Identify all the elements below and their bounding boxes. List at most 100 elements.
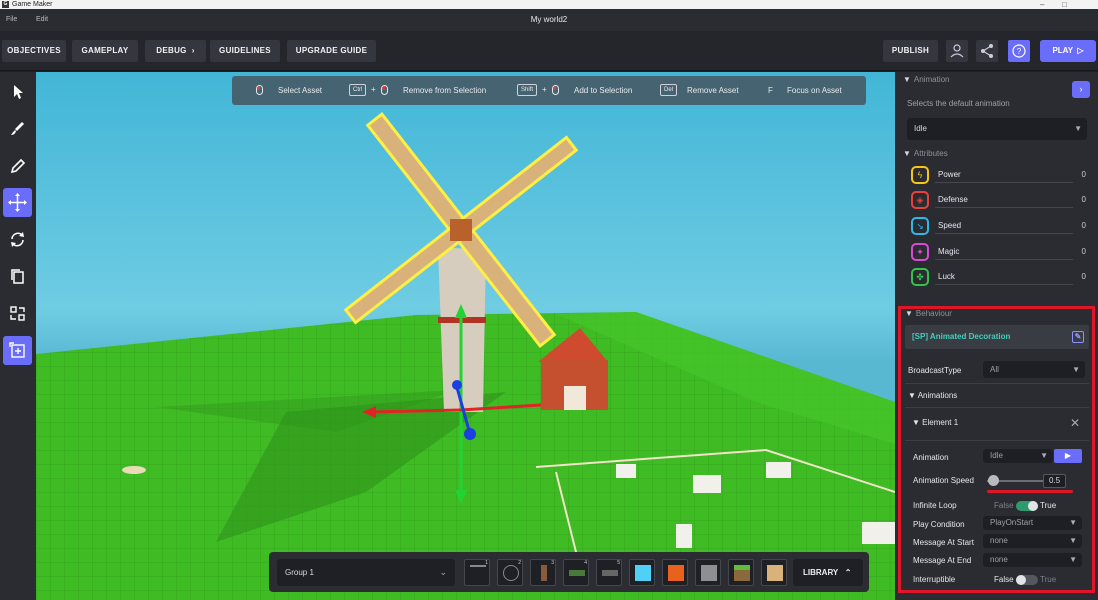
app-logo-icon: G xyxy=(2,1,9,8)
eyedropper-icon[interactable] xyxy=(3,152,32,181)
slot-number: 4 xyxy=(584,560,587,566)
animation-section-title[interactable]: ▼ Animation xyxy=(903,75,950,84)
move-icon[interactable] xyxy=(3,188,32,217)
target-icon xyxy=(503,565,519,581)
gameplay-button[interactable]: GAMEPLAY xyxy=(72,40,138,62)
swap-icon[interactable] xyxy=(3,299,32,328)
document-title: My world2 xyxy=(530,15,568,24)
lava-block-icon xyxy=(668,565,684,581)
play-button[interactable]: PLAY ▷ xyxy=(1040,40,1096,62)
asset-slot-ice[interactable] xyxy=(629,559,655,586)
attribute-value: 0 xyxy=(1081,272,1086,281)
chevron-right-icon: › xyxy=(189,46,195,55)
play-label: PLAY xyxy=(1052,46,1073,55)
attribute-magic: ✦ Magic 0 xyxy=(911,242,1089,262)
del-key: Del xyxy=(660,84,678,96)
asset-slot-wood[interactable] xyxy=(761,559,787,586)
attribute-name: Luck xyxy=(938,272,955,281)
main-toolbar: OBJECTIVES GAMEPLAY DEBUG › GUIDELINES U… xyxy=(0,31,1098,71)
asset-slot-stone[interactable] xyxy=(695,559,721,586)
default-animation-select[interactable]: Idle ▼ xyxy=(907,118,1087,140)
grass-block-icon xyxy=(734,565,750,581)
collapse-triangle-icon: ▼ xyxy=(903,75,911,84)
attribute-value: 0 xyxy=(1081,221,1086,230)
animation-section-label: Animation xyxy=(913,75,950,84)
attributes-section-title[interactable]: ▼ Attributes xyxy=(903,149,948,158)
scene-render xyxy=(36,112,895,600)
slot-number: 3 xyxy=(551,560,554,566)
hint-focus-asset: Focus on Asset xyxy=(787,86,842,95)
character-icon xyxy=(541,565,547,581)
shortcut-hint-bar: Select Asset Ctrl + Remove from Selectio… xyxy=(232,76,866,105)
clover-icon: ✤ xyxy=(911,268,929,286)
mouse-left-icon-2 xyxy=(381,85,388,95)
mouse-left-icon-3 xyxy=(552,85,559,95)
guidelines-button[interactable]: GUIDELINES xyxy=(210,40,280,62)
plus-icon-2: + xyxy=(542,85,547,94)
asset-slot-2[interactable]: 2 xyxy=(497,559,523,586)
hint-select-asset: Select Asset xyxy=(278,86,323,95)
minimize-icon[interactable]: – xyxy=(1040,0,1044,9)
ice-block-icon xyxy=(635,565,651,581)
lightning-icon: ϟ xyxy=(911,166,929,184)
asset-slot-3[interactable]: 3 xyxy=(530,559,556,586)
add-group-icon[interactable] xyxy=(3,336,32,365)
attribute-value: 0 xyxy=(1081,195,1086,204)
asset-thumb-icon xyxy=(470,565,486,581)
collapse-triangle-icon: ▼ xyxy=(903,149,911,158)
debug-label: DEBUG xyxy=(156,46,187,55)
speed-icon: ↘ xyxy=(911,217,929,235)
asset-slot-5[interactable]: 5 xyxy=(596,559,622,586)
chevron-down-icon: ⌄ xyxy=(439,567,447,577)
slot-number: 5 xyxy=(617,560,620,566)
asset-slot-lava[interactable] xyxy=(662,559,688,586)
mouse-left-icon xyxy=(256,85,263,95)
rotate-icon[interactable] xyxy=(3,225,32,254)
animation-description: Selects the default animation xyxy=(907,99,1010,108)
stone-block-icon xyxy=(701,565,717,581)
group-select[interactable]: Group 1 ⌄ xyxy=(277,559,455,586)
attribute-name: Power xyxy=(938,170,961,179)
attributes-section-label: Attributes xyxy=(913,149,948,158)
asset-slot-1[interactable]: 1 xyxy=(464,559,490,586)
dropdown-arrow-icon: ▼ xyxy=(1074,124,1082,133)
publish-button[interactable]: PUBLISH xyxy=(883,40,938,62)
chevron-up-icon: ⌃ xyxy=(840,568,852,577)
shift-key: Shift xyxy=(517,84,538,96)
brush-icon[interactable] xyxy=(3,114,32,143)
menu-bar: File Edit My world2 xyxy=(0,9,1098,31)
user-icon[interactable] xyxy=(946,40,968,62)
library-button[interactable]: LIBRARY ⌃ xyxy=(793,559,863,586)
attribute-speed: ↘ Speed 0 xyxy=(911,216,1089,236)
magic-icon: ✦ xyxy=(911,243,929,261)
asset-slot-4[interactable]: 4 xyxy=(563,559,589,586)
cursor-icon[interactable] xyxy=(3,77,32,106)
play-triangle-icon: ▷ xyxy=(1075,46,1084,55)
debug-button[interactable]: DEBUG › xyxy=(145,40,206,62)
objectives-button[interactable]: OBJECTIVES xyxy=(2,40,66,62)
hint-add-selection: Add to Selection xyxy=(574,86,633,95)
asset-bar: Group 1 ⌄ 1 2 3 4 5 LIBRARY ⌃ xyxy=(269,552,869,592)
help-icon[interactable]: ? xyxy=(1008,40,1030,62)
f-key: F xyxy=(768,86,773,95)
wood-block-icon xyxy=(767,565,783,581)
library-label: LIBRARY xyxy=(803,568,839,577)
svg-text:?: ? xyxy=(1017,47,1022,56)
attribute-value: 0 xyxy=(1081,247,1086,256)
attribute-defense: ◈ Defense 0 xyxy=(911,190,1089,210)
scene-viewport[interactable]: Select Asset Ctrl + Remove from Selectio… xyxy=(36,72,895,600)
duplicate-icon[interactable] xyxy=(3,262,32,291)
attribute-bar xyxy=(935,284,1073,285)
chevron-right-icon[interactable]: › xyxy=(1072,81,1090,98)
maximize-icon[interactable]: □ xyxy=(1062,0,1067,9)
behaviour-highlight-box xyxy=(898,306,1095,593)
share-icon[interactable] xyxy=(976,40,998,62)
upgrade-guide-button[interactable]: UPGRADE GUIDE xyxy=(287,40,376,62)
slot-number: 2 xyxy=(518,560,521,566)
app-name: Game Maker xyxy=(12,1,53,8)
attribute-bar xyxy=(935,259,1073,260)
asset-slot-grass[interactable] xyxy=(728,559,754,586)
plant-icon xyxy=(569,570,585,576)
attribute-bar xyxy=(935,207,1073,208)
attribute-luck: ✤ Luck 0 xyxy=(911,267,1089,287)
